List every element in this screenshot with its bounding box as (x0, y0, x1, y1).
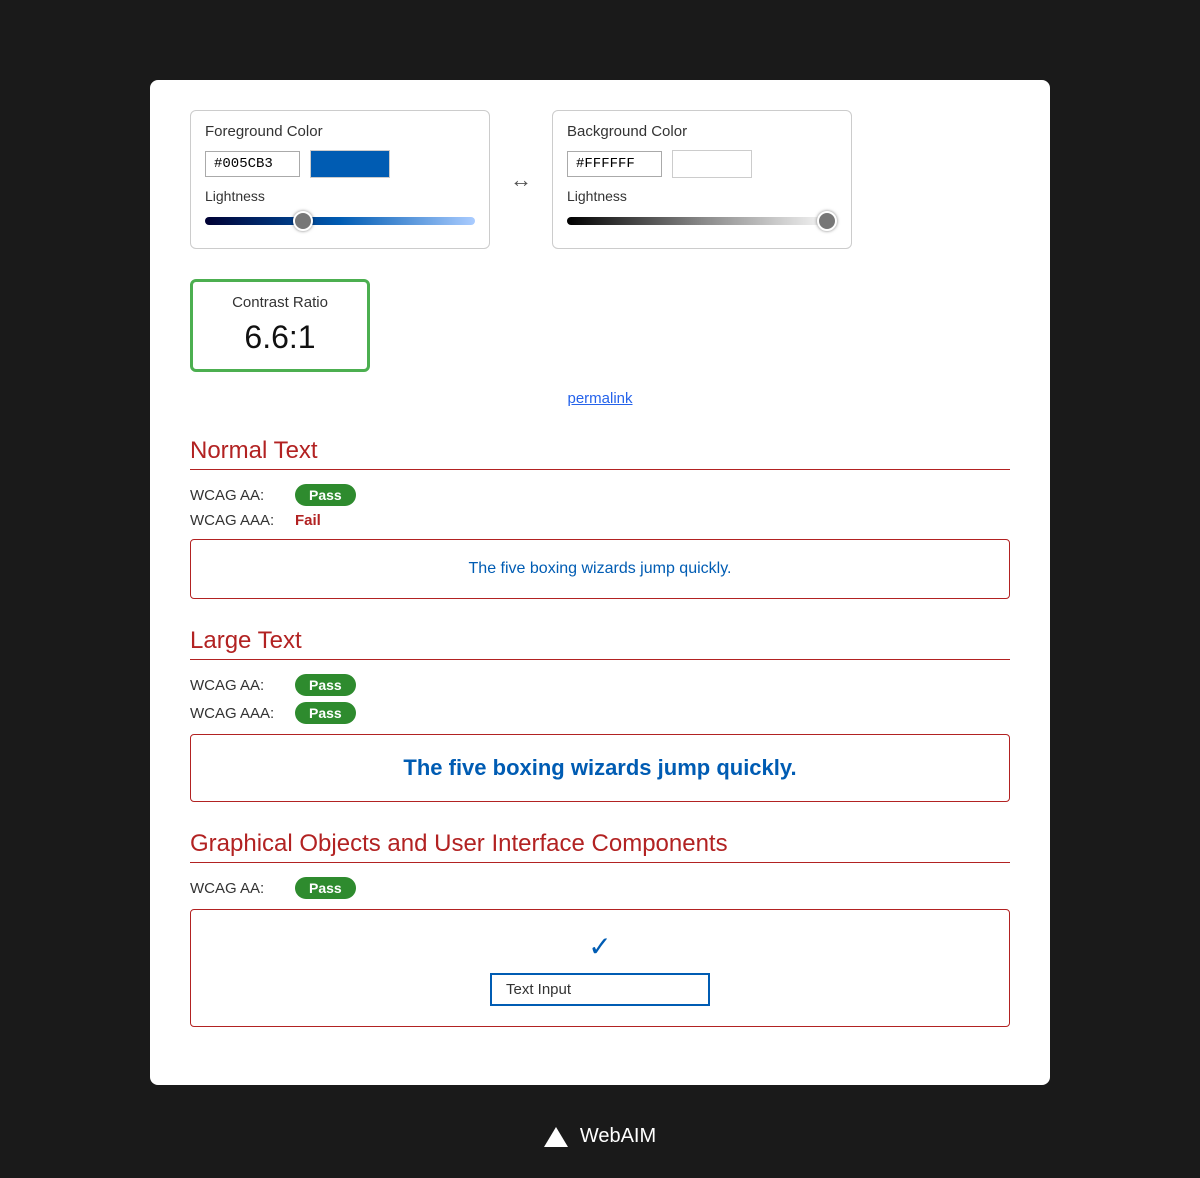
large-wcag-aa-label: WCAG AA: (190, 677, 285, 694)
graphical-title: Graphical Objects and User Interface Com… (190, 830, 1010, 863)
foreground-hex-input[interactable] (205, 151, 300, 177)
large-wcag-aa-row: WCAG AA: Pass (190, 674, 1010, 696)
main-card: Foreground Color Lightness ↔ Background … (150, 80, 1050, 1085)
checkmark-icon: ✓ (211, 930, 989, 963)
large-text-preview-box: The five boxing wizards jump quickly. (190, 734, 1010, 802)
foreground-slider-wrapper (205, 210, 475, 232)
large-text-preview: The five boxing wizards jump quickly. (403, 755, 796, 780)
swap-button[interactable]: ↔ (510, 167, 532, 193)
background-swatch (672, 150, 752, 178)
background-color-box: Background Color Lightness (552, 110, 852, 249)
large-wcag-aaa-row: WCAG AAA: Pass (190, 702, 1010, 724)
graphical-wcag-aa-label: WCAG AA: (190, 880, 285, 897)
normal-wcag-aaa-badge: Fail (295, 512, 321, 529)
contrast-suffix: :1 (289, 319, 316, 355)
foreground-lightness-label: Lightness (205, 188, 475, 204)
foreground-title: Foreground Color (205, 123, 475, 140)
background-title: Background Color (567, 123, 837, 140)
color-pickers-row: Foreground Color Lightness ↔ Background … (190, 110, 1010, 249)
footer-brand: WebAIM (580, 1125, 656, 1148)
graphical-preview-box: ✓ (190, 909, 1010, 1027)
normal-wcag-aaa-row: WCAG AAA: Fail (190, 512, 1010, 529)
background-slider-wrapper (567, 210, 837, 232)
large-wcag-aaa-badge: Pass (295, 702, 356, 724)
contrast-section: Contrast Ratio 6.6:1 (190, 279, 1010, 382)
normal-text-preview-box: The five boxing wizards jump quickly. (190, 539, 1010, 599)
normal-wcag-aa-badge: Pass (295, 484, 356, 506)
foreground-color-box: Foreground Color Lightness (190, 110, 490, 249)
graphical-section: Graphical Objects and User Interface Com… (190, 830, 1010, 1027)
footer: WebAIM (544, 1125, 656, 1148)
normal-wcag-aa-label: WCAG AA: (190, 487, 285, 504)
permalink-link[interactable]: permalink (190, 390, 1010, 407)
background-lightness-label: Lightness (567, 188, 837, 204)
normal-wcag-aaa-label: WCAG AAA: (190, 512, 285, 529)
background-lightness-slider[interactable] (567, 210, 837, 232)
contrast-label: Contrast Ratio (213, 294, 347, 311)
normal-text-preview: The five boxing wizards jump quickly. (469, 560, 732, 577)
normal-wcag-aa-row: WCAG AA: Pass (190, 484, 1010, 506)
large-text-section: Large Text WCAG AA: Pass WCAG AAA: Pass … (190, 627, 1010, 802)
large-text-wcag-checks: WCAG AA: Pass WCAG AAA: Pass (190, 674, 1010, 724)
background-input-row (567, 150, 837, 178)
large-wcag-aa-badge: Pass (295, 674, 356, 696)
normal-text-title: Normal Text (190, 437, 1010, 470)
normal-text-wcag-checks: WCAG AA: Pass WCAG AAA: Fail (190, 484, 1010, 529)
graphical-wcag-checks: WCAG AA: Pass (190, 877, 1010, 899)
normal-text-section: Normal Text WCAG AA: Pass WCAG AAA: Fail… (190, 437, 1010, 599)
contrast-number: 6.6 (244, 319, 288, 355)
text-input-preview[interactable] (490, 973, 710, 1006)
foreground-input-row (205, 150, 475, 178)
foreground-swatch (310, 150, 390, 178)
contrast-box: Contrast Ratio 6.6:1 (190, 279, 370, 372)
large-wcag-aaa-label: WCAG AAA: (190, 705, 285, 722)
contrast-value: 6.6:1 (213, 315, 347, 357)
background-hex-input[interactable] (567, 151, 662, 177)
graphical-wcag-aa-row: WCAG AA: Pass (190, 877, 1010, 899)
large-text-title: Large Text (190, 627, 1010, 660)
foreground-lightness-slider[interactable] (205, 210, 475, 232)
graphical-wcag-aa-badge: Pass (295, 877, 356, 899)
webaim-triangle-icon (544, 1127, 568, 1147)
